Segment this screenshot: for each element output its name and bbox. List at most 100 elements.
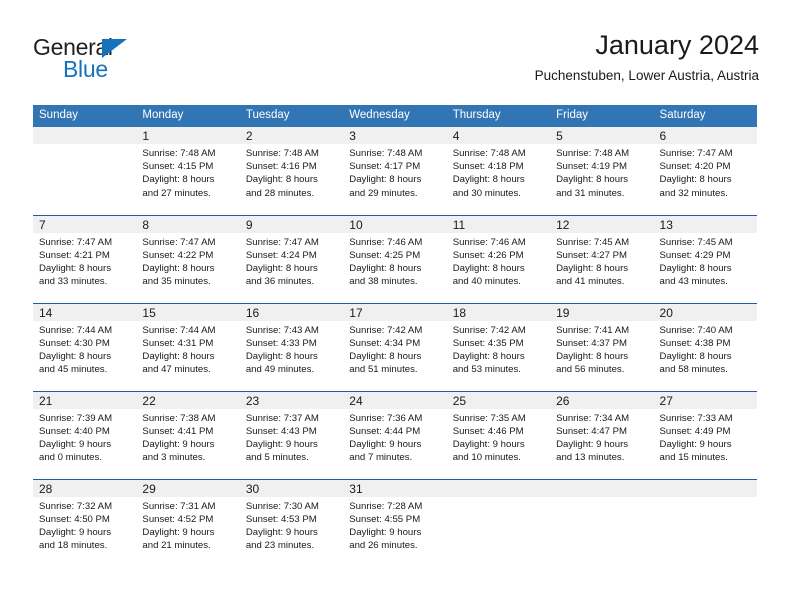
day-number: 17	[343, 303, 447, 321]
calendar-day-cell[interactable]: 13 Sunrise: 7:45 AM Sunset: 4:29 PM Dayligh…	[653, 214, 757, 303]
sunrise-text: Sunrise: 7:48 AM	[349, 148, 423, 159]
day-number: 15	[136, 303, 240, 321]
daylight-text: Daylight: 9 hours	[556, 438, 629, 450]
calendar-day-cell[interactable]: 14 Sunrise: 7:44 AM Sunset: 4:30 PM Dayligh…	[33, 302, 137, 391]
calendar-day-cell[interactable]: 31 Sunrise: 7:28 AM Sunset: 4:55 PM Dayligh…	[343, 478, 447, 567]
calendar-day-cell[interactable]: 24 Sunrise: 7:36 AM Sunset: 4:44 PM Dayligh…	[343, 390, 447, 479]
day-details: Sunrise: 7:47 AM Sunset: 4:21 PM Daylight:…	[33, 233, 136, 289]
day-details: Sunrise: 7:39 AM Sunset: 4:40 PM Daylight:…	[33, 409, 136, 465]
day-details: Sunrise: 7:46 AM Sunset: 4:25 PM Daylight:…	[343, 233, 446, 289]
weekday-header-tuesday: Tuesday	[239, 105, 344, 127]
brand-logo[interactable]: General Blue	[33, 34, 233, 90]
daylight-text: Daylight: 8 hours	[349, 174, 422, 186]
calendar-day-cell[interactable]: 5 Sunrise: 7:48 AM Sunset: 4:19 PM Daylight…	[550, 127, 654, 215]
daylight-text: Daylight: 8 hours	[142, 350, 215, 362]
sunrise-text: Sunrise: 7:42 AM	[349, 324, 423, 336]
day-details: Sunrise: 7:42 AM Sunset: 4:34 PM Daylight:…	[343, 321, 446, 377]
sunrise-text: Sunrise: 7:47 AM	[39, 236, 113, 248]
day-details: Sunrise: 7:45 AM Sunset: 4:27 PM Daylight:…	[550, 233, 653, 289]
sunset-text: Sunset: 4:41 PM	[142, 425, 214, 437]
day-number: 8	[136, 215, 240, 233]
calendar-day-cell[interactable]: 15 Sunrise: 7:44 AM Sunset: 4:31 PM Dayligh…	[136, 302, 240, 391]
calendar-day-cell[interactable]: 29 Sunrise: 7:31 AM Sunset: 4:52 PM Dayligh…	[136, 478, 240, 567]
sunrise-text: Sunrise: 7:47 AM	[659, 148, 733, 159]
daylight-text: and 51 minutes.	[349, 364, 418, 376]
calendar-day-cell[interactable]: 2 Sunrise: 7:48 AM Sunset: 4:16 PM Daylight…	[239, 127, 344, 215]
daylight-text: Daylight: 8 hours	[245, 350, 318, 362]
calendar-header-row: Sunday Monday Tuesday Wednesday Thursday Frid…	[33, 105, 757, 127]
calendar-day-cell[interactable]: 11 Sunrise: 7:46 AM Sunset: 4:26 PM Dayligh…	[446, 214, 551, 303]
calendar-day-cell[interactable]: 6 Sunrise: 7:47 AM Sunset: 4:20 PM Daylight…	[653, 127, 757, 215]
day-number	[653, 479, 757, 497]
calendar-day-cell[interactable]: 20 Sunrise: 7:40 AM Sunset: 4:38 PM Dayligh…	[653, 302, 757, 391]
day-number: 28	[33, 479, 137, 497]
calendar-week-row: 7 Sunrise: 7:47 AM Sunset: 4:21 PM Daylight…	[33, 214, 757, 303]
calendar-day-cell[interactable]: 18 Sunrise: 7:42 AM Sunset: 4:35 PM Dayligh…	[446, 302, 551, 391]
daylight-text: Daylight: 9 hours	[142, 438, 215, 450]
calendar-day-cell[interactable]: 1 Sunrise: 7:48 AM Sunset: 4:15 PM Daylight…	[136, 127, 240, 215]
daylight-text: and 0 minutes.	[39, 452, 102, 464]
weekday-header-monday: Monday	[136, 105, 240, 127]
calendar-day-cell[interactable]: 3 Sunrise: 7:48 AM Sunset: 4:17 PM Daylight…	[343, 127, 447, 215]
calendar-day-cell[interactable]: 19 Sunrise: 7:41 AM Sunset: 4:37 PM Dayligh…	[550, 302, 654, 391]
day-number: 24	[343, 391, 447, 409]
daylight-text: Daylight: 8 hours	[39, 262, 111, 274]
daylight-text: Daylight: 8 hours	[556, 350, 629, 362]
day-number: 4	[446, 127, 551, 144]
calendar-day-cell[interactable]: 9 Sunrise: 7:47 AM Sunset: 4:24 PM Daylight…	[239, 214, 344, 303]
calendar-day-cell[interactable]: 16 Sunrise: 7:43 AM Sunset: 4:33 PM Dayligh…	[239, 302, 344, 391]
sunrise-text: Sunrise: 7:34 AM	[556, 412, 630, 424]
day-number: 25	[446, 391, 551, 409]
day-number: 30	[239, 479, 344, 497]
calendar-day-cell[interactable]: 7 Sunrise: 7:47 AM Sunset: 4:21 PM Daylight…	[33, 214, 137, 303]
calendar-empty-cell	[446, 478, 551, 567]
daylight-text: and 49 minutes.	[245, 364, 315, 376]
sunrise-text: Sunrise: 7:48 AM	[556, 148, 630, 159]
day-details: Sunrise: 7:47 AM Sunset: 4:20 PM Daylight:…	[654, 144, 757, 200]
calendar-day-cell[interactable]: 21 Sunrise: 7:39 AM Sunset: 4:40 PM Dayligh…	[33, 390, 137, 479]
daylight-text: and 43 minutes.	[659, 276, 728, 288]
sunset-text: Sunset: 4:35 PM	[452, 337, 524, 349]
daylight-text: and 7 minutes.	[349, 452, 413, 464]
calendar-day-cell[interactable]: 23 Sunrise: 7:37 AM Sunset: 4:43 PM Dayligh…	[239, 390, 344, 479]
day-details: Sunrise: 7:43 AM Sunset: 4:33 PM Daylight:…	[240, 321, 343, 377]
calendar-day-cell[interactable]: 28 Sunrise: 7:32 AM Sunset: 4:50 PM Dayligh…	[33, 478, 137, 567]
daylight-text: and 30 minutes.	[452, 187, 521, 199]
daylight-text: and 47 minutes.	[142, 364, 211, 376]
sunrise-text: Sunrise: 7:48 AM	[245, 148, 319, 159]
daylight-text: Daylight: 8 hours	[142, 174, 215, 186]
day-number: 1	[136, 127, 240, 144]
day-number: 14	[33, 303, 137, 321]
daylight-text: and 36 minutes.	[245, 276, 315, 288]
calendar-day-cell[interactable]: 27 Sunrise: 7:33 AM Sunset: 4:49 PM Dayligh…	[653, 390, 757, 479]
calendar-day-cell[interactable]: 4 Sunrise: 7:48 AM Sunset: 4:18 PM Daylight…	[446, 127, 551, 215]
calendar-day-cell[interactable]: 25 Sunrise: 7:35 AM Sunset: 4:46 PM Dayligh…	[446, 390, 551, 479]
daylight-text: Daylight: 8 hours	[142, 262, 215, 274]
sunrise-text: Sunrise: 7:47 AM	[245, 236, 319, 248]
calendar-day-cell[interactable]: 30 Sunrise: 7:30 AM Sunset: 4:53 PM Dayligh…	[239, 478, 344, 567]
day-number	[550, 479, 654, 497]
daylight-text: and 56 minutes.	[556, 364, 625, 376]
page-header: General Blue January 2024 Puchenstuben, …	[33, 28, 759, 90]
calendar-table: Sunday Monday Tuesday Wednesday Thursday Frid…	[33, 105, 757, 567]
calendar-week-row: 1 Sunrise: 7:48 AM Sunset: 4:15 PM Daylight…	[33, 127, 757, 215]
calendar-day-cell[interactable]: 17 Sunrise: 7:42 AM Sunset: 4:34 PM Dayligh…	[343, 302, 447, 391]
daylight-text: and 41 minutes.	[556, 276, 625, 288]
calendar-day-cell[interactable]: 26 Sunrise: 7:34 AM Sunset: 4:47 PM Dayligh…	[550, 390, 654, 479]
sunset-text: Sunset: 4:17 PM	[349, 161, 421, 173]
sunset-text: Sunset: 4:37 PM	[556, 337, 628, 349]
calendar-day-cell[interactable]: 8 Sunrise: 7:47 AM Sunset: 4:22 PM Daylight…	[136, 214, 240, 303]
calendar-day-cell[interactable]: 12 Sunrise: 7:45 AM Sunset: 4:27 PM Dayligh…	[550, 214, 654, 303]
day-details: Sunrise: 7:42 AM Sunset: 4:35 PM Daylight:…	[447, 321, 550, 377]
sunrise-text: Sunrise: 7:44 AM	[39, 324, 113, 336]
sunset-text: Sunset: 4:25 PM	[349, 249, 421, 261]
sunset-text: Sunset: 4:49 PM	[659, 425, 731, 437]
day-details: Sunrise: 7:28 AM Sunset: 4:55 PM Daylight:…	[343, 497, 446, 553]
day-number: 2	[239, 127, 344, 144]
daylight-text: Daylight: 9 hours	[349, 526, 422, 538]
daylight-text: Daylight: 9 hours	[349, 438, 422, 450]
daylight-text: Daylight: 8 hours	[659, 262, 732, 274]
calendar-day-cell[interactable]: 22 Sunrise: 7:38 AM Sunset: 4:41 PM Dayligh…	[136, 390, 240, 479]
sunrise-text: Sunrise: 7:41 AM	[556, 324, 630, 336]
calendar-day-cell[interactable]: 10 Sunrise: 7:46 AM Sunset: 4:25 PM Dayligh…	[343, 214, 447, 303]
